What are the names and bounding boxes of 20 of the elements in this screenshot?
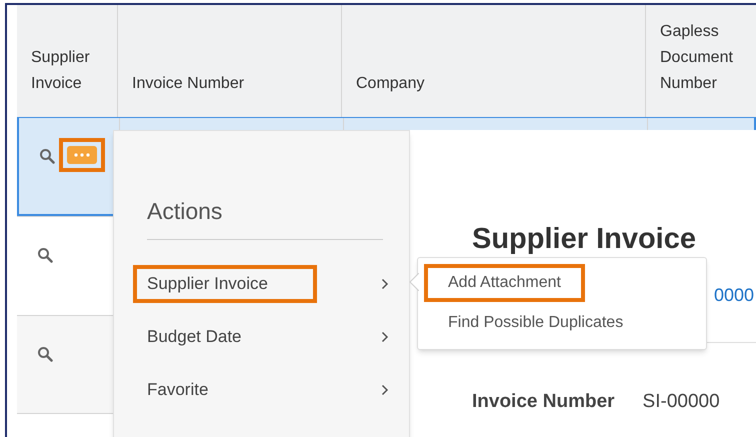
- menu-item-label: Budget Date: [146, 326, 243, 348]
- submenu-item[interactable]: Add Attachment: [424, 264, 585, 302]
- search-icon[interactable]: [39, 148, 55, 164]
- search-icon[interactable]: [37, 346, 53, 362]
- menu-title: Actions: [147, 194, 383, 240]
- field-label: Invoice Number: [472, 390, 615, 414]
- chevron-right-icon: [381, 331, 389, 343]
- more-icon: [74, 153, 90, 157]
- menu-item-label: Favorite: [146, 379, 210, 402]
- search-icon[interactable]: [37, 247, 53, 263]
- field-value: SI-00000: [642, 390, 720, 414]
- menu-item[interactable]: Supplier Invoice: [133, 258, 389, 310]
- menu-item[interactable]: Favorite: [133, 364, 389, 416]
- menu-item[interactable]: Budget Date: [133, 310, 389, 364]
- chevron-right-icon: [381, 384, 389, 396]
- highlight-frame: Supplier Invoice: [133, 265, 317, 303]
- submenu-item[interactable]: Find Possible Duplicates: [424, 304, 648, 342]
- invoice-link[interactable]: 0000: [714, 282, 754, 309]
- details-title: Supplier Invoice: [472, 222, 696, 257]
- chevron-right-icon: [381, 278, 389, 290]
